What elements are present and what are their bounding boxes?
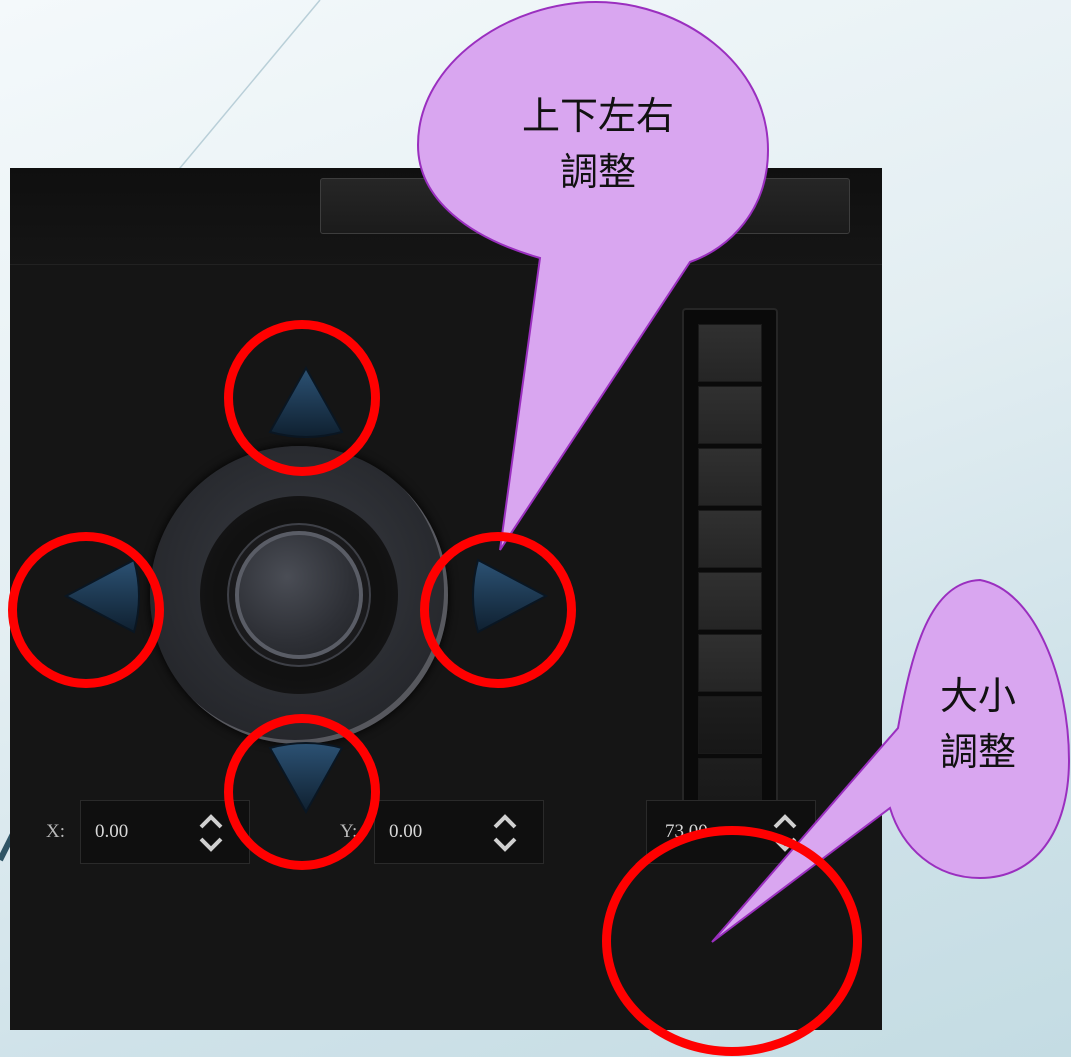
x-label: X:: [46, 821, 65, 842]
slider-segment: [698, 510, 762, 568]
move-up-button[interactable]: [262, 358, 350, 446]
joystick-knob[interactable]: [235, 531, 363, 659]
arrow-up-icon: [268, 365, 344, 438]
position-callout-line1: 上下左右: [521, 94, 674, 138]
y-spinner[interactable]: [487, 811, 523, 855]
size-slider[interactable]: [682, 308, 778, 834]
spinner-icon: [199, 814, 223, 852]
slider-segment: [698, 448, 762, 506]
y-label: Y:: [340, 821, 358, 842]
y-value[interactable]: 0.00: [389, 821, 422, 843]
slider-segment: [698, 696, 762, 754]
slider-segment: [698, 386, 762, 444]
arrow-down-icon: [268, 742, 344, 815]
size-callout-line1: 大小: [939, 674, 1016, 718]
spinner-icon: [493, 814, 517, 852]
position-callout-line2: 調整: [559, 150, 636, 194]
slider-segment: [698, 634, 762, 692]
x-value-field[interactable]: 0.00: [80, 800, 250, 864]
arrow-right-icon: [472, 558, 549, 634]
position-joystick[interactable]: [150, 446, 448, 744]
slider-segment: [698, 324, 762, 382]
move-down-button[interactable]: [262, 734, 350, 822]
y-value-field[interactable]: 0.00: [374, 800, 544, 864]
position-callout: 上下左右 調整: [488, 88, 708, 200]
control-panel: X: 0.00 Y: 0.00 73.00: [10, 168, 882, 1030]
x-value[interactable]: 0.00: [95, 821, 128, 843]
size-spinner[interactable]: [767, 811, 803, 855]
size-callout: 大小 調整: [918, 668, 1038, 780]
move-left-button[interactable]: [60, 552, 148, 640]
x-spinner[interactable]: [193, 811, 229, 855]
size-callout-line2: 調整: [939, 730, 1016, 774]
arrow-left-icon: [63, 558, 140, 634]
spinner-icon: [773, 814, 797, 852]
slider-segment: [698, 572, 762, 630]
size-value-field[interactable]: 73.00: [646, 800, 816, 864]
move-right-button[interactable]: [464, 552, 552, 640]
size-value[interactable]: 73.00: [665, 821, 708, 843]
